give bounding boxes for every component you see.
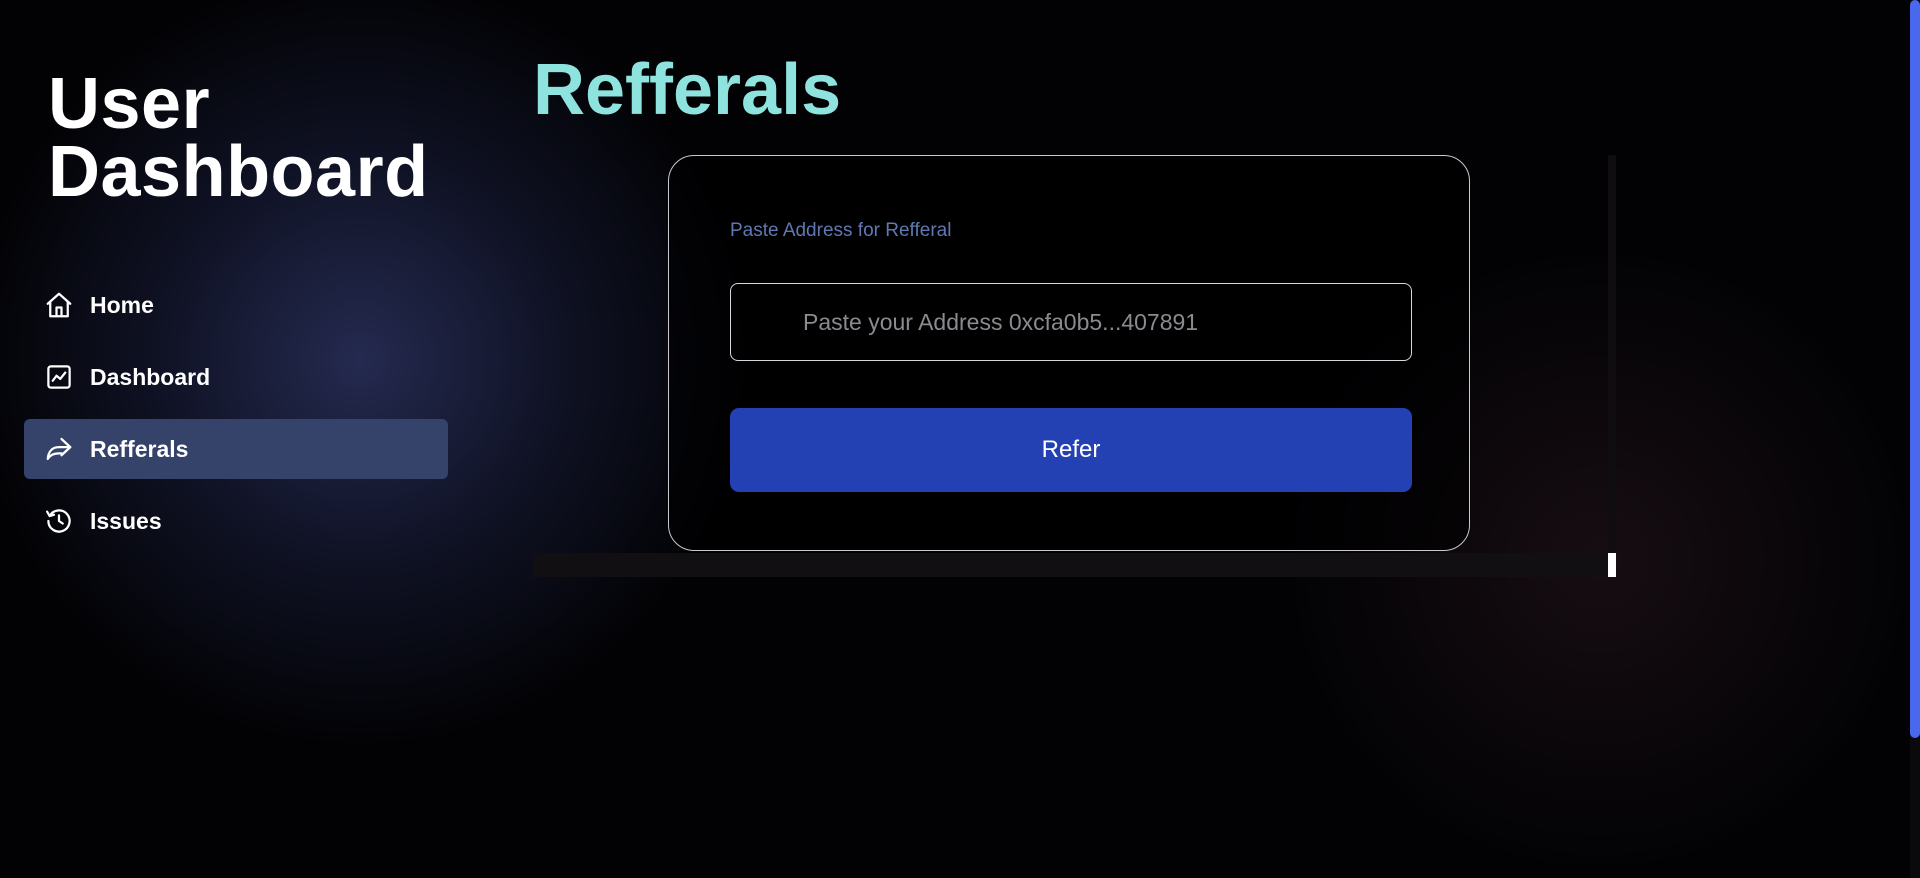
sidebar: User Dashboard Home Dashboard Refferals … [0, 0, 470, 878]
horizontal-scrollbar[interactable] [533, 553, 1608, 577]
sidebar-item-home[interactable]: Home [24, 275, 448, 335]
scrollbar-corner [1608, 553, 1616, 577]
sidebar-item-label: Refferals [90, 435, 189, 462]
sidebar-item-label: Home [90, 291, 154, 318]
referral-card: Paste Address for Refferal Refer [668, 155, 1470, 551]
sidebar-nav: Home Dashboard Refferals Issues [24, 275, 448, 563]
sidebar-item-label: Issues [90, 507, 162, 534]
address-input[interactable] [730, 283, 1412, 361]
refer-button[interactable]: Refer [730, 408, 1412, 492]
address-field-label: Paste Address for Refferal [730, 220, 952, 241]
sidebar-item-label: Dashboard [90, 363, 211, 390]
sidebar-item-dashboard[interactable]: Dashboard [24, 347, 448, 407]
sidebar-item-issues[interactable]: Issues [24, 491, 448, 551]
history-icon [44, 506, 74, 536]
share-icon [44, 434, 74, 464]
home-icon [44, 290, 74, 320]
vertical-scrollbar[interactable] [1608, 155, 1616, 553]
sidebar-item-refferals[interactable]: Refferals [24, 419, 448, 479]
chart-icon [44, 362, 74, 392]
content-scroll-area: Paste Address for Refferal Refer [533, 155, 1616, 577]
app-title: User Dashboard [48, 64, 429, 212]
page-title: Refferals [533, 50, 842, 130]
page-scrollbar-thumb[interactable] [1910, 0, 1920, 738]
